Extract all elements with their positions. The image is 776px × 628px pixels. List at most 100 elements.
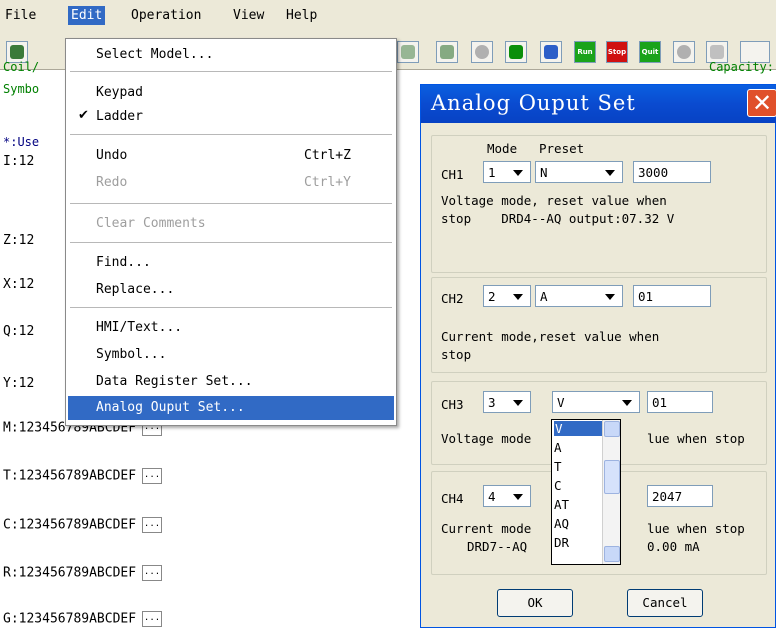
use-label: *:Use [3,135,40,149]
menu-undo[interactable]: Undo Ctrl+Z [68,144,394,168]
ch4-desc-right: lue when stop [647,521,745,536]
menu-separator [70,134,392,135]
ch4-label: CH4 [441,491,464,506]
row-q: Q:12 [3,324,35,339]
stop-icon[interactable]: Stop [606,41,628,63]
ch3-desc-left: Voltage mode [441,431,532,446]
tools-icon[interactable] [540,41,562,63]
print-preview-icon[interactable] [397,41,419,63]
menu-hmi-text[interactable]: HMI/Text... [68,316,394,340]
quit-icon[interactable]: Quit [639,41,661,63]
cancel-button[interactable]: Cancel [627,589,703,617]
scroll-down-icon[interactable] [604,546,620,562]
menu-redo: Redo Ctrl+Y [96,175,351,190]
run-icon[interactable]: Run [574,41,596,63]
ch1-preset-select[interactable]: N [535,161,623,183]
row-t-button[interactable]: ... [142,468,163,484]
ch2-label: CH2 [441,291,464,306]
row-c-button[interactable]: ... [142,517,163,533]
row-z: Z:12 [3,233,35,248]
menu-clear-comments: Clear Comments [96,216,206,231]
ch1-desc-line1: Voltage mode, reset value when [441,193,667,208]
ch1-value-input[interactable]: 3000 [633,161,711,183]
ok-button[interactable]: OK [497,589,573,617]
ch1-desc-line2: stop DRD4--AQ output:07.32 V [441,211,675,226]
menu-view[interactable]: View [233,8,264,23]
ch1-mode-select[interactable]: 1 [483,161,531,183]
ch3-desc-right: lue when stop [647,431,745,446]
row-y: Y:12 [3,376,35,391]
dialog-title-bar[interactable]: Analog Ouput Set ✕ [421,85,776,123]
menu-ladder[interactable]: ✔ Ladder [68,105,394,129]
menu-help[interactable]: Help [286,8,317,23]
ch4-value-input[interactable]: 2047 [647,485,713,507]
close-icon[interactable]: ✕ [747,89,776,117]
record-icon[interactable] [673,41,695,63]
compare-icon[interactable] [505,41,527,63]
scroll-thumb[interactable] [604,460,620,494]
menu-file[interactable]: File [5,8,36,23]
ch2-desc-line2: stop [441,347,472,362]
row-x: X:12 [3,277,35,292]
row-t: T:123456789ABCDEF... [3,468,163,484]
symbol-label: Symbo [3,82,40,96]
dropdown-scrollbar[interactable] [602,420,620,564]
ch1-label: CH1 [441,167,464,182]
menu-separator [70,71,392,72]
menu-symbol[interactable]: Symbol... [68,343,394,367]
menu-separator [70,203,392,204]
ch2-desc-line1: Current mode,reset value when [441,329,660,344]
menu-bar: File Edit Operation View Help [0,0,776,30]
preset-option-at[interactable]: AT [554,497,569,512]
menu-operation[interactable]: Operation [131,8,201,23]
menu-find[interactable]: Find... [68,251,394,275]
ch4-desc2-left: DRD7--AQ [467,539,528,554]
chevron-down-icon[interactable] [508,162,528,182]
preset-option-dr[interactable]: DR [554,535,569,550]
chevron-down-icon[interactable] [508,286,528,306]
preset-option-t[interactable]: T [554,459,562,474]
preset-option-a[interactable]: A [554,440,562,455]
capacity-label: Capacity: [708,60,774,74]
row-r: R:123456789ABCDEF... [3,565,163,581]
ch3-label: CH3 [441,397,464,412]
scroll-up-icon[interactable] [604,421,620,437]
checkmark-icon: ✔ [78,108,89,123]
table-icon[interactable] [436,41,458,63]
coil-label: Coil/ [3,60,40,74]
monitor-icon[interactable] [471,41,493,63]
ch3-value-input[interactable]: 01 [647,391,713,413]
menu-separator [70,242,392,243]
dialog-title: Analog Ouput Set [431,91,636,115]
chevron-down-icon[interactable] [617,392,637,412]
preset-option-v[interactable]: V [554,421,602,436]
row-g: G:123456789ABCDEF... [3,611,163,627]
ch4-desc-left: Current mode [441,521,532,536]
row-i: I:12 [3,154,35,169]
ch4-mode-select[interactable]: 4 [483,485,531,507]
ch2-preset-select[interactable]: A [535,285,623,307]
chevron-down-icon[interactable] [600,286,620,306]
menu-keypad[interactable]: Keypad [68,81,394,105]
menu-separator [70,307,392,308]
row-c: C:123456789ABCDEF... [3,517,163,533]
ch3-mode-select[interactable]: 3 [483,391,531,413]
menu-select-model[interactable]: Select Model... [68,43,394,67]
ch3-preset-dropdown-list[interactable]: V A T C AT AQ DR [551,419,621,565]
edit-menu: Select Model... Keypad ✔ Ladder Undo Ctrl+… [65,38,397,426]
menu-edit[interactable]: Edit [68,6,106,25]
ch2-value-input[interactable]: 01 [633,285,711,307]
menu-analog-output-set[interactable]: Analog Ouput Set... [68,396,394,420]
ch2-mode-select[interactable]: 2 [483,285,531,307]
preset-option-c[interactable]: C [554,478,562,493]
chevron-down-icon[interactable] [508,392,528,412]
ch3-preset-select[interactable]: V [552,391,640,413]
row-g-button[interactable]: ... [142,611,163,627]
preset-option-aq[interactable]: AQ [554,516,569,531]
menu-data-register-set[interactable]: Data Register Set... [68,370,394,394]
menu-replace[interactable]: Replace... [68,278,394,302]
row-r-button[interactable]: ... [142,565,163,581]
chevron-down-icon[interactable] [600,162,620,182]
ch4-desc2-right: 0.00 mA [647,539,700,554]
chevron-down-icon[interactable] [508,486,528,506]
